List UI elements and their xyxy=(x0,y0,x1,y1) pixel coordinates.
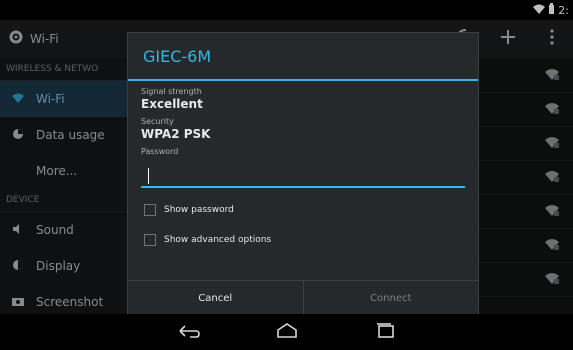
password-field: Password xyxy=(128,147,478,156)
status-icons: 2: xyxy=(533,3,569,17)
home-icon xyxy=(276,322,298,342)
show-password-checkbox[interactable] xyxy=(144,204,156,216)
dialog-title: GIEC-6M xyxy=(128,33,478,81)
show-advanced-options-label: Show advanced options xyxy=(164,235,272,245)
system-navigation-bar xyxy=(0,314,573,350)
battery-icon xyxy=(548,3,555,17)
status-bar: 2: xyxy=(0,0,573,20)
security-value: WPA2 PSK xyxy=(141,127,211,141)
connect-button[interactable]: Connect xyxy=(304,281,479,315)
wifi-status-icon xyxy=(533,4,546,17)
back-button[interactable] xyxy=(171,320,207,344)
recents-icon xyxy=(374,322,396,342)
back-icon xyxy=(178,323,200,342)
show-advanced-options-option[interactable]: Show advanced options xyxy=(144,230,478,250)
password-input-wrap xyxy=(141,166,465,190)
security-field: Security WPA2 PSK xyxy=(128,117,478,141)
recents-button[interactable] xyxy=(367,320,403,344)
cancel-button[interactable]: Cancel xyxy=(128,281,304,315)
signal-strength-field: Signal strength Excellent xyxy=(128,87,478,111)
signal-strength-label: Signal strength xyxy=(141,87,202,96)
signal-strength-value: Excellent xyxy=(141,97,203,111)
home-button[interactable] xyxy=(269,320,305,344)
wifi-connect-dialog: GIEC-6M Signal strength Excellent Securi… xyxy=(127,32,479,316)
password-input[interactable] xyxy=(141,166,465,188)
text-cursor xyxy=(148,168,149,184)
show-advanced-options-checkbox[interactable] xyxy=(144,234,156,246)
clock: 2: xyxy=(558,3,569,17)
show-password-label: Show password xyxy=(164,205,234,215)
show-password-option[interactable]: Show password xyxy=(144,200,478,220)
security-label: Security xyxy=(141,117,174,126)
password-label: Password xyxy=(141,147,179,156)
dialog-button-row: Cancel Connect xyxy=(128,280,478,315)
